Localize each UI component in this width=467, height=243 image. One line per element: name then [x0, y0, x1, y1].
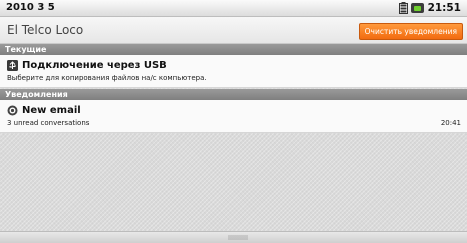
- section-header-notifications: Уведомления: [0, 89, 467, 100]
- usb-connected-icon: [410, 3, 424, 13]
- notification-title: Подключение через USB: [22, 60, 167, 71]
- clear-notifications-button[interactable]: Очистить уведомления: [358, 23, 463, 40]
- email-icon: [7, 105, 18, 116]
- drag-handle-icon[interactable]: [228, 235, 248, 240]
- section-title-notifications: Уведомления: [5, 90, 68, 99]
- notification-header: El Telco Loco Очистить уведомления: [0, 17, 467, 44]
- battery-icon: [398, 2, 408, 14]
- section-title-ongoing: Текущие: [5, 45, 47, 54]
- notification-subtitle: 3 unread conversations: [7, 119, 90, 127]
- notification-usb[interactable]: Подключение через USB Выберите для копир…: [0, 55, 467, 88]
- notification-time: 20:41: [440, 119, 461, 127]
- status-date: 2010 3 5: [6, 2, 55, 13]
- shade-drag-bar[interactable]: [0, 231, 467, 243]
- status-icons: 21:51: [398, 1, 461, 15]
- notification-title-row: Подключение через USB: [7, 60, 167, 71]
- usb-icon: [7, 60, 18, 71]
- status-bar: 2010 3 5 21:51: [0, 0, 467, 17]
- section-header-ongoing: Текущие: [0, 44, 467, 55]
- notification-subtitle: Выберите для копирования файлов на/с ком…: [7, 74, 207, 82]
- carrier-name: El Telco Loco: [7, 23, 84, 37]
- notification-title-row: New email: [7, 105, 81, 116]
- notification-email[interactable]: New email 3 unread conversations 20:41: [0, 100, 467, 133]
- notification-title: New email: [22, 105, 81, 116]
- clock: 21:51: [427, 2, 461, 14]
